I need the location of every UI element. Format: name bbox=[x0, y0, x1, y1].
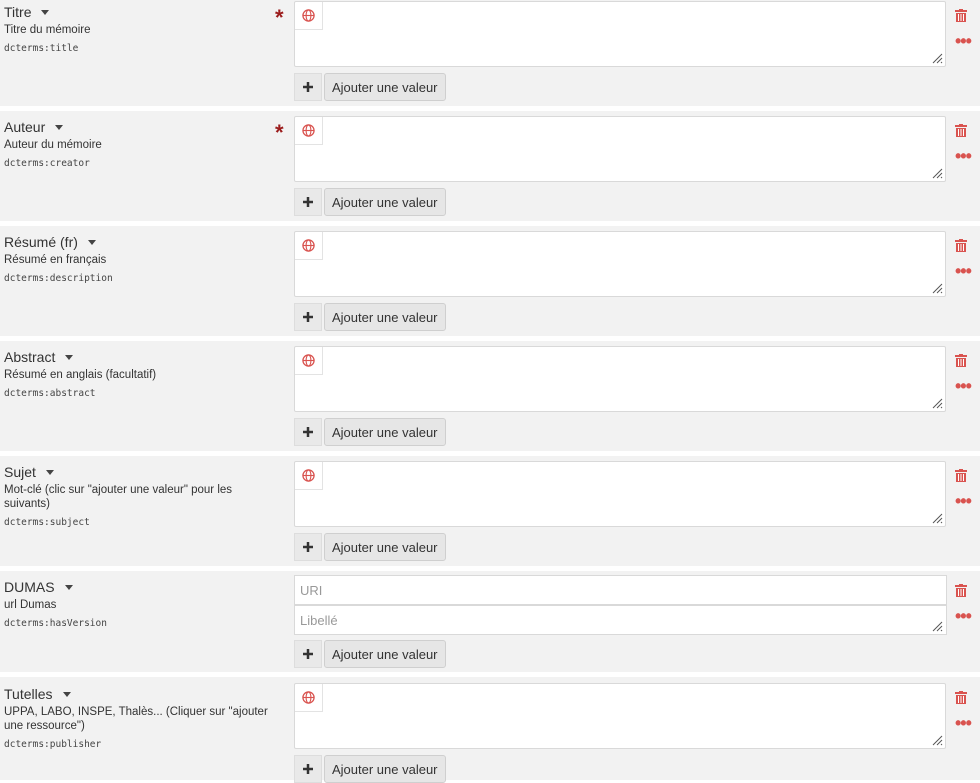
plus-icon[interactable] bbox=[294, 640, 322, 668]
add-value-button[interactable]: Ajouter une valeur bbox=[324, 640, 446, 668]
add-value-button[interactable]: Ajouter une valeur bbox=[324, 188, 446, 216]
field-label: Titre Titre du mémoire dcterms:title bbox=[4, 4, 274, 54]
trash-icon[interactable] bbox=[955, 469, 967, 482]
plus-icon[interactable] bbox=[294, 533, 322, 561]
field-name: Abstract bbox=[4, 349, 56, 365]
field-label: Tutelles UPPA, LABO, INSPE, Thalès... (C… bbox=[4, 686, 274, 750]
required-marker: * bbox=[275, 5, 284, 30]
value-textarea[interactable] bbox=[294, 116, 946, 182]
field-description: Auteur du mémoire bbox=[4, 139, 102, 151]
value-textarea[interactable] bbox=[294, 1, 946, 67]
field-label: Sujet Mot-clé (clic sur "ajouter une val… bbox=[4, 464, 274, 528]
field-name: Sujet bbox=[4, 464, 36, 480]
add-value-button[interactable]: Ajouter une valeur bbox=[324, 755, 446, 783]
field-description: UPPA, LABO, INSPE, Thalès... (Cliquer su… bbox=[4, 706, 268, 732]
caret-down-icon[interactable] bbox=[65, 354, 74, 360]
globe-icon[interactable] bbox=[295, 117, 323, 145]
ellipsis-icon[interactable]: ••• bbox=[955, 377, 972, 395]
field-publisher-block: Tutelles UPPA, LABO, INSPE, Thalès... (C… bbox=[0, 677, 980, 783]
plus-icon[interactable] bbox=[294, 188, 322, 216]
ellipsis-icon[interactable]: ••• bbox=[955, 32, 972, 50]
field-subject-block: Sujet Mot-clé (clic sur "ajouter une val… bbox=[0, 456, 980, 566]
field-description-block: Résumé (fr) Résumé en français dcterms:d… bbox=[0, 226, 980, 336]
field-term: dcterms:title bbox=[4, 43, 79, 54]
ellipsis-icon[interactable]: ••• bbox=[955, 607, 972, 625]
trash-icon[interactable] bbox=[955, 354, 967, 367]
field-term: dcterms:creator bbox=[4, 158, 90, 169]
field-description: Résumé en français bbox=[4, 254, 107, 266]
field-description: url Dumas bbox=[4, 599, 57, 611]
field-hasversion-block: DUMAS url Dumas dcterms:hasVersion URI L… bbox=[0, 571, 980, 672]
caret-down-icon[interactable] bbox=[45, 469, 54, 475]
resize-grip-icon[interactable] bbox=[931, 282, 943, 294]
resize-grip-icon[interactable] bbox=[931, 620, 943, 632]
required-marker: * bbox=[275, 120, 284, 145]
value-textarea[interactable] bbox=[294, 231, 946, 297]
caret-down-icon[interactable] bbox=[64, 584, 73, 590]
resize-grip-icon[interactable] bbox=[931, 167, 943, 179]
resize-grip-icon[interactable] bbox=[931, 397, 943, 409]
plus-icon[interactable] bbox=[294, 755, 322, 783]
field-term: dcterms:subject bbox=[4, 517, 90, 528]
ellipsis-icon[interactable]: ••• bbox=[955, 492, 972, 510]
field-description: Titre du mémoire bbox=[4, 24, 91, 36]
field-term: dcterms:hasVersion bbox=[4, 618, 107, 629]
value-textarea[interactable] bbox=[294, 461, 946, 527]
field-term: dcterms:description bbox=[4, 273, 113, 284]
caret-down-icon[interactable] bbox=[55, 124, 64, 130]
trash-icon[interactable] bbox=[955, 9, 967, 22]
plus-icon[interactable] bbox=[294, 418, 322, 446]
field-label: Résumé (fr) Résumé en français dcterms:d… bbox=[4, 234, 274, 284]
globe-icon[interactable] bbox=[295, 684, 323, 712]
field-description: Résumé en anglais (facultatif) bbox=[4, 369, 157, 381]
field-name: Auteur bbox=[4, 119, 46, 135]
field-name: Tutelles bbox=[4, 686, 53, 702]
add-value-button[interactable]: Ajouter une valeur bbox=[324, 418, 446, 446]
field-description: Mot-clé (clic sur "ajouter une valeur" p… bbox=[4, 484, 233, 510]
field-label: Auteur Auteur du mémoire dcterms:creator bbox=[4, 119, 274, 169]
resize-grip-icon[interactable] bbox=[931, 52, 943, 64]
field-abstract-block: Abstract Résumé en anglais (facultatif) … bbox=[0, 341, 980, 451]
ellipsis-icon[interactable]: ••• bbox=[955, 262, 972, 280]
field-name: Titre bbox=[4, 4, 32, 20]
field-label: DUMAS url Dumas dcterms:hasVersion bbox=[4, 579, 274, 629]
plus-icon[interactable] bbox=[294, 73, 322, 101]
trash-icon[interactable] bbox=[955, 691, 967, 704]
add-value-button[interactable]: Ajouter une valeur bbox=[324, 73, 446, 101]
field-term: dcterms:abstract bbox=[4, 388, 96, 399]
ellipsis-icon[interactable]: ••• bbox=[955, 714, 972, 732]
globe-icon[interactable] bbox=[295, 232, 323, 260]
field-name: Résumé (fr) bbox=[4, 234, 78, 250]
globe-icon[interactable] bbox=[295, 347, 323, 375]
field-label: Abstract Résumé en anglais (facultatif) … bbox=[4, 349, 274, 399]
add-value-button[interactable]: Ajouter une valeur bbox=[324, 533, 446, 561]
globe-icon[interactable] bbox=[295, 2, 323, 30]
plus-icon[interactable] bbox=[294, 303, 322, 331]
caret-down-icon[interactable] bbox=[41, 9, 50, 15]
uri-input[interactable]: URI bbox=[294, 575, 947, 605]
label-input[interactable]: Libellé bbox=[294, 605, 947, 635]
value-textarea[interactable] bbox=[294, 346, 946, 412]
field-term: dcterms:publisher bbox=[4, 739, 102, 750]
resize-grip-icon[interactable] bbox=[931, 734, 943, 746]
field-title-block: Titre Titre du mémoire dcterms:title * A… bbox=[0, 0, 980, 106]
add-value-button[interactable]: Ajouter une valeur bbox=[324, 303, 446, 331]
value-textarea[interactable] bbox=[294, 683, 946, 749]
trash-icon[interactable] bbox=[955, 124, 967, 137]
caret-down-icon[interactable] bbox=[62, 691, 71, 697]
trash-icon[interactable] bbox=[955, 584, 967, 597]
resize-grip-icon[interactable] bbox=[931, 512, 943, 524]
ellipsis-icon[interactable]: ••• bbox=[955, 147, 972, 165]
globe-icon[interactable] bbox=[295, 462, 323, 490]
caret-down-icon[interactable] bbox=[87, 239, 96, 245]
field-creator-block: Auteur Auteur du mémoire dcterms:creator… bbox=[0, 111, 980, 221]
field-name: DUMAS bbox=[4, 579, 55, 595]
trash-icon[interactable] bbox=[955, 239, 967, 252]
